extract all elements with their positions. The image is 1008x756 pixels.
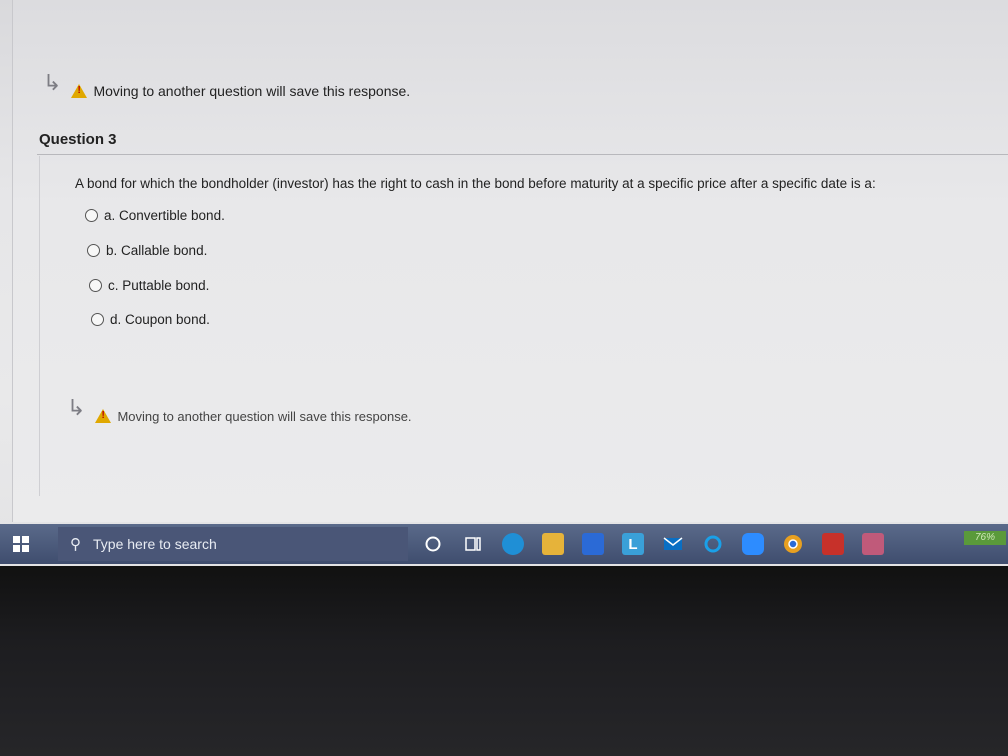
option-label: a. Convertible bond.: [104, 208, 225, 223]
return-arrow-icon: ↳: [43, 70, 62, 95]
radio-button[interactable]: [85, 209, 98, 222]
question-divider: [37, 154, 1008, 155]
save-notice-bottom: ↳ Moving to another question will save t…: [67, 395, 412, 429]
windows-logo-icon: [13, 536, 29, 552]
save-notice-text: Moving to another question will save thi…: [117, 408, 412, 424]
quiz-page: ↳ Moving to another question will save t…: [12, 0, 1008, 522]
start-button[interactable]: [0, 524, 42, 564]
question-text: A bond for which the bondholder (investo…: [75, 176, 876, 191]
cortana-icon[interactable]: [422, 533, 444, 555]
option-d[interactable]: d. Coupon bond.: [91, 312, 210, 327]
search-placeholder: Type here to search: [93, 536, 217, 552]
save-notice-top: ↳ Moving to another question will save t…: [43, 70, 411, 104]
option-label: c. Puttable bond.: [108, 278, 210, 293]
option-c[interactable]: c. Puttable bond.: [89, 278, 209, 293]
option-label: b. Callable bond.: [106, 243, 208, 258]
radio-button[interactable]: [91, 313, 104, 326]
search-icon: ⚲: [70, 536, 81, 553]
among-us-icon[interactable]: [822, 533, 844, 555]
option-label: d. Coupon bond.: [110, 312, 210, 327]
question-title: Question 3: [39, 131, 117, 148]
warning-icon: [71, 84, 88, 98]
mail-icon[interactable]: [662, 533, 684, 555]
taskbar-search-box[interactable]: ⚲ Type here to search: [58, 527, 408, 561]
radio-button[interactable]: [87, 244, 100, 257]
file-explorer-icon[interactable]: [542, 533, 564, 555]
lens-app-icon[interactable]: L: [622, 533, 644, 555]
option-a[interactable]: a. Convertible bond.: [85, 208, 225, 223]
screen: ↳ Moving to another question will save t…: [0, 0, 1008, 566]
windows-taskbar: ⚲ Type here to search L 76%: [0, 524, 1008, 564]
chrome-icon[interactable]: [782, 533, 804, 555]
photos-icon[interactable]: [862, 533, 884, 555]
radio-button[interactable]: [89, 279, 102, 292]
zoom-icon[interactable]: [742, 533, 764, 555]
save-notice-text: Moving to another question will save thi…: [93, 83, 411, 99]
store-icon[interactable]: [582, 533, 604, 555]
edge-icon[interactable]: [502, 533, 524, 555]
circle-app-icon[interactable]: [702, 533, 724, 555]
option-b[interactable]: b. Callable bond.: [87, 243, 207, 258]
warning-icon: [95, 409, 112, 423]
laptop-body: [0, 566, 1008, 756]
battery-indicator[interactable]: 76%: [964, 531, 1006, 545]
return-arrow-icon: ↳: [67, 395, 86, 420]
task-view-icon[interactable]: [462, 533, 484, 555]
